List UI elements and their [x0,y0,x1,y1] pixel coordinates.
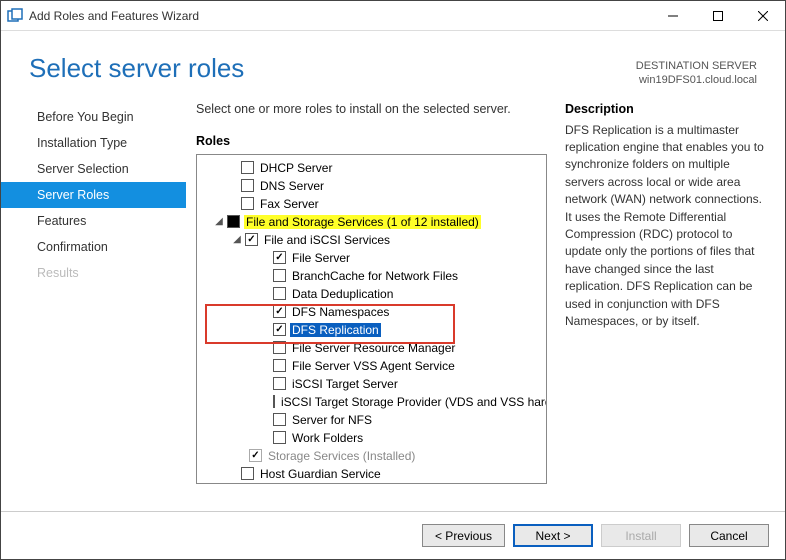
destination-value: win19DFS01.cloud.local [636,73,757,87]
checkbox-storage-services [249,449,262,462]
roles-label: Roles [196,134,547,148]
destination-label: DESTINATION SERVER [636,59,757,73]
nav-before-you-begin[interactable]: Before You Begin [1,104,186,130]
tree-item-host-guardian[interactable]: Host Guardian Service [258,467,383,481]
maximize-button[interactable] [695,1,740,30]
tree-item-work-folders[interactable]: Work Folders [290,431,365,445]
tree-item-file-server[interactable]: File Server [290,251,352,265]
checkbox-fsrm[interactable] [273,341,286,354]
wizard-nav: Before You Begin Installation Type Serve… [1,102,186,511]
checkbox-dfs-namespaces[interactable] [273,305,286,318]
checkbox-nfs[interactable] [273,413,286,426]
roles-tree[interactable]: DHCP Server DNS Server Fax Server ◢File … [196,154,547,484]
minimize-button[interactable] [650,1,695,30]
instruction-text: Select one or more roles to install on t… [196,102,547,116]
tree-item-branchcache[interactable]: BranchCache for Network Files [290,269,460,283]
expander-file-iscsi[interactable]: ◢ [231,234,243,245]
checkbox-fax[interactable] [241,197,254,210]
titlebar: Add Roles and Features Wizard [1,1,785,31]
tree-item-storage-services[interactable]: Storage Services (Installed) [266,449,417,463]
checkbox-file-server[interactable] [273,251,286,264]
button-row: < Previous Next > Install Cancel [1,511,785,559]
tree-item-file-storage[interactable]: File and Storage Services (1 of 12 insta… [244,215,481,229]
nav-installation-type[interactable]: Installation Type [1,130,186,156]
checkbox-work-folders[interactable] [273,431,286,444]
checkbox-file-iscsi[interactable] [245,233,258,246]
checkbox-dfs-replication[interactable] [273,323,286,336]
checkbox-host-guardian[interactable] [241,467,254,480]
tree-item-vss-agent[interactable]: File Server VSS Agent Service [290,359,457,373]
destination-block: DESTINATION SERVER win19DFS01.cloud.loca… [636,53,757,88]
install-button: Install [601,524,681,547]
nav-features[interactable]: Features [1,208,186,234]
nav-server-selection[interactable]: Server Selection [1,156,186,182]
checkbox-file-storage[interactable] [227,215,240,228]
checkbox-dhcp[interactable] [241,161,254,174]
nav-confirmation[interactable]: Confirmation [1,234,186,260]
description-text: DFS Replication is a multimaster replica… [565,122,767,331]
next-button[interactable]: Next > [513,524,593,547]
tree-item-nfs[interactable]: Server for NFS [290,413,374,427]
close-button[interactable] [740,1,785,30]
tree-item-dns[interactable]: DNS Server [258,179,326,193]
checkbox-vss-agent[interactable] [273,359,286,372]
tree-item-fax[interactable]: Fax Server [258,197,321,211]
checkbox-iscsi-target[interactable] [273,377,286,390]
tree-item-file-iscsi[interactable]: File and iSCSI Services [262,233,392,247]
description-label: Description [565,102,767,116]
app-icon [7,8,23,24]
page-title: Select server roles [29,53,244,88]
previous-button[interactable]: < Previous [422,524,505,547]
checkbox-branchcache[interactable] [273,269,286,282]
tree-item-dfs-namespaces[interactable]: DFS Namespaces [290,305,391,319]
window-title: Add Roles and Features Wizard [29,9,650,23]
tree-item-fsrm[interactable]: File Server Resource Manager [290,341,457,355]
nav-server-roles[interactable]: Server Roles [1,182,186,208]
tree-item-iscsi-target[interactable]: iSCSI Target Server [290,377,400,391]
window-controls [650,1,785,30]
checkbox-dns[interactable] [241,179,254,192]
cancel-button[interactable]: Cancel [689,524,769,547]
expander-file-storage[interactable]: ◢ [213,216,225,227]
checkbox-iscsi-vds[interactable] [273,395,275,408]
tree-item-dedup[interactable]: Data Deduplication [290,287,395,301]
tree-item-dfs-replication[interactable]: DFS Replication [290,323,381,337]
tree-item-iscsi-vds[interactable]: iSCSI Target Storage Provider (VDS and V… [279,395,547,409]
tree-item-dhcp[interactable]: DHCP Server [258,161,334,175]
nav-results: Results [1,260,186,286]
checkbox-dedup[interactable] [273,287,286,300]
